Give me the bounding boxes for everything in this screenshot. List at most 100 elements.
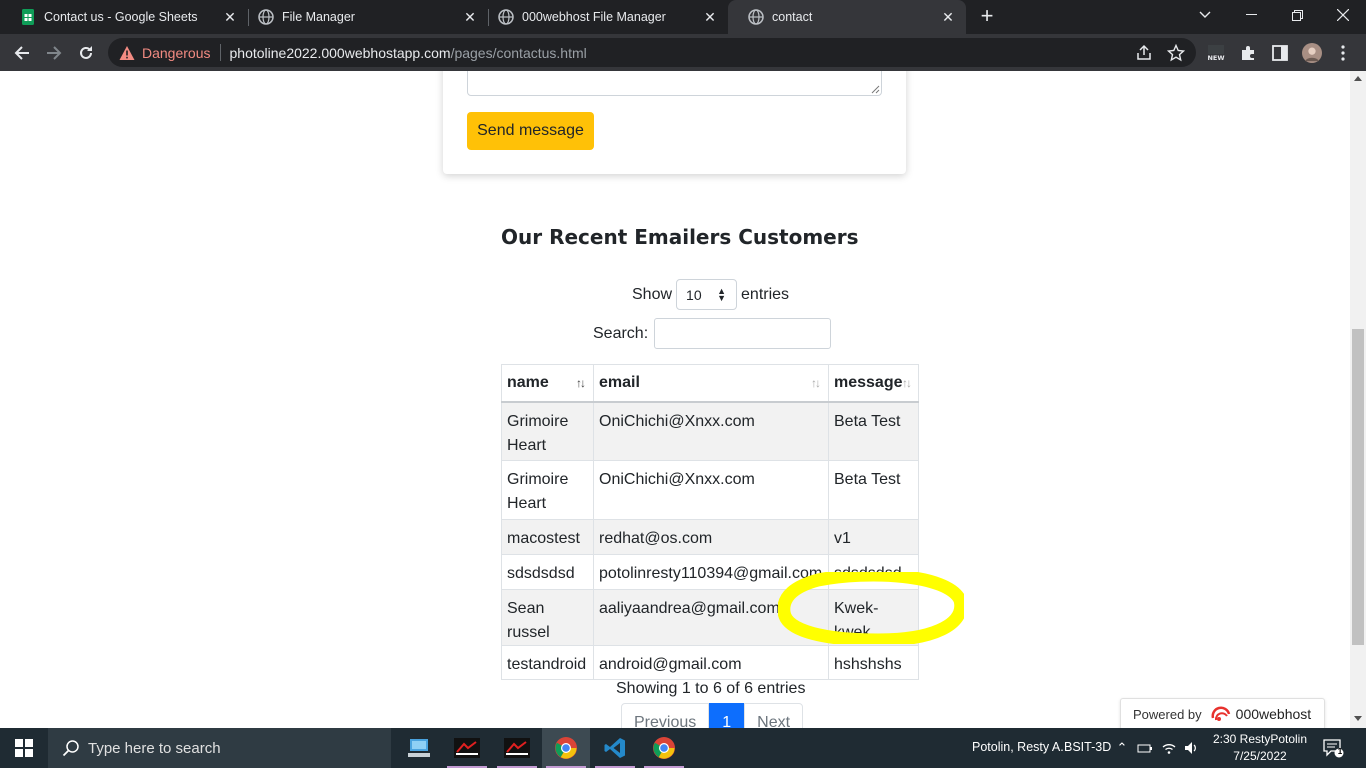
- page-scrollbar[interactable]: [1350, 71, 1366, 728]
- profile-avatar[interactable]: [1302, 43, 1322, 63]
- resize-grip-icon[interactable]: [871, 85, 880, 94]
- show-label: Show: [632, 285, 673, 303]
- cell-email: OniChichi@Xnxx.com: [593, 401, 829, 461]
- notification-count: 1: [1337, 747, 1343, 756]
- taskbar-app-game-1[interactable]: [443, 728, 491, 768]
- column-header-label: name: [507, 373, 549, 391]
- column-header-name[interactable]: name ↑↓: [501, 364, 594, 403]
- taskbar-app-game-2[interactable]: [493, 728, 541, 768]
- taskbar-search-placeholder: Type here to search: [88, 739, 221, 757]
- sort-icon: ↑↓: [811, 376, 821, 390]
- sort-icon: ↑↓: [902, 376, 912, 390]
- column-header-message[interactable]: message ↑↓: [828, 364, 919, 403]
- message-textarea[interactable]: [467, 71, 882, 96]
- cell-name: sdsdsdsd: [501, 554, 594, 590]
- cell-message: Beta Test: [828, 460, 919, 520]
- contact-form-card: Send message: [443, 71, 906, 174]
- pagination: Previous 1 Next: [621, 703, 804, 728]
- tab-contact[interactable]: contact ✕: [728, 0, 966, 34]
- cell-email: OniChichi@Xnxx.com: [593, 460, 829, 520]
- sort-ascending-icon: ↑↓: [576, 376, 586, 390]
- clock-time: 2:30 RestyPotolin: [1212, 732, 1308, 746]
- cell-message: Beta Test: [828, 401, 919, 461]
- tab-search-chevron-icon[interactable]: [1182, 0, 1228, 30]
- wifi-icon[interactable]: [1161, 740, 1177, 756]
- tray-user-name[interactable]: Potolin, Resty A.: [972, 740, 1064, 754]
- close-tab-icon[interactable]: ✕: [462, 9, 478, 25]
- close-tab-icon[interactable]: ✕: [222, 9, 238, 25]
- tab-google-sheets[interactable]: Contact us - Google Sheets ✕: [0, 0, 248, 34]
- cell-name: Grimoire Heart: [501, 460, 594, 520]
- side-panel-icon[interactable]: [1270, 43, 1290, 63]
- scroll-down-arrow-icon[interactable]: [1354, 716, 1362, 721]
- browser-toolbar: Dangerous photoline2022.000webhostapp.co…: [0, 34, 1366, 71]
- start-button[interactable]: [0, 728, 48, 768]
- close-tab-icon[interactable]: ✕: [940, 9, 956, 25]
- column-header-email[interactable]: email ↑↓: [593, 364, 829, 403]
- tab-file-manager[interactable]: File Manager ✕: [238, 0, 488, 34]
- forward-arrow-icon[interactable]: [41, 40, 67, 66]
- column-header-label: message: [834, 373, 903, 391]
- scrollbar-thumb[interactable]: [1352, 329, 1364, 645]
- back-arrow-icon[interactable]: [9, 40, 35, 66]
- next-page-button[interactable]: Next: [744, 703, 804, 728]
- cell-name: Grimoire Heart: [501, 401, 594, 461]
- scroll-up-arrow-icon[interactable]: [1354, 76, 1362, 81]
- restore-icon[interactable]: [1274, 0, 1320, 30]
- extensions-puzzle-icon[interactable]: [1238, 43, 1258, 63]
- reload-icon[interactable]: [73, 40, 99, 66]
- tray-chevron-up-icon[interactable]: ⌃: [1114, 740, 1130, 756]
- extension-new-icon[interactable]: NEW: [1206, 43, 1226, 63]
- volume-icon[interactable]: [1183, 740, 1199, 756]
- search-icon: [62, 740, 79, 757]
- computer-icon: [408, 739, 430, 757]
- send-message-button[interactable]: Send message: [467, 112, 594, 150]
- browser-menu-icon[interactable]: [1333, 43, 1353, 63]
- section-heading: Our Recent Emailers Customers: [501, 225, 859, 249]
- security-status-label[interactable]: Dangerous: [142, 45, 211, 61]
- cell-message: hshshshs: [828, 645, 919, 680]
- page-length-select[interactable]: 10 ▲ ▼: [676, 279, 738, 310]
- taskbar-search-box[interactable]: Type here to search: [48, 728, 391, 768]
- url-path: /pages/contactus.html: [450, 44, 587, 61]
- chrome-icon: [555, 737, 577, 759]
- select-caret-icon: ▲ ▼: [717, 286, 727, 303]
- previous-page-button[interactable]: Previous: [621, 703, 710, 728]
- tray-section-label[interactable]: BSIT-3D: [1064, 740, 1111, 754]
- table-row: Grimoire Heart OniChichi@Xnxx.com Beta T…: [501, 460, 919, 520]
- warning-icon[interactable]: [119, 45, 135, 61]
- share-icon[interactable]: [1135, 44, 1153, 62]
- chrome-icon: [653, 737, 675, 759]
- table-search-input[interactable]: [654, 318, 832, 349]
- tab-label: File Manager: [282, 10, 355, 24]
- minimize-icon[interactable]: [1228, 0, 1274, 30]
- taskbar-app-vscode[interactable]: [591, 728, 639, 768]
- close-tab-icon[interactable]: ✕: [702, 9, 718, 25]
- battery-icon[interactable]: [1137, 740, 1153, 756]
- tab-label: Contact us - Google Sheets: [44, 10, 198, 24]
- bookmark-star-icon[interactable]: [1167, 44, 1185, 62]
- taskbar-app-chrome-active[interactable]: [542, 728, 590, 768]
- notification-center-icon[interactable]: 1: [1322, 738, 1344, 758]
- taskbar-app-chrome[interactable]: [640, 728, 688, 768]
- tab-000webhost-file-manager[interactable]: 000webhost File Manager ✕: [478, 0, 728, 34]
- google-sheets-icon: [22, 9, 34, 25]
- column-header-label: email: [599, 373, 640, 391]
- tab-label: contact: [772, 10, 813, 24]
- globe-icon: [258, 9, 274, 25]
- url-host: photoline2022.000webhostapp.com: [229, 44, 451, 61]
- taskbar-app-computer[interactable]: [395, 728, 443, 768]
- new-tab-button[interactable]: +: [976, 5, 998, 27]
- svg-text:NEW: NEW: [1207, 54, 1224, 62]
- close-window-icon[interactable]: [1320, 0, 1366, 30]
- page-1-button[interactable]: 1: [709, 703, 745, 728]
- address-bar[interactable]: Dangerous photoline2022.000webhostapp.co…: [108, 38, 1196, 67]
- page-viewport: Send message Our Recent Emailers Custome…: [0, 71, 1350, 728]
- powered-by-badge[interactable]: Powered by 000webhost: [1120, 698, 1325, 728]
- taskbar-clock[interactable]: 2:30 RestyPotolin 7/25/2022: [1212, 731, 1308, 765]
- omnibox-divider: [219, 44, 221, 61]
- globe-icon: [498, 9, 514, 25]
- table-row: testandroid android@gmail.com hshshshs: [501, 645, 919, 680]
- 000webhost-logo-icon: [1211, 706, 1230, 721]
- entries-label: entries: [741, 285, 790, 303]
